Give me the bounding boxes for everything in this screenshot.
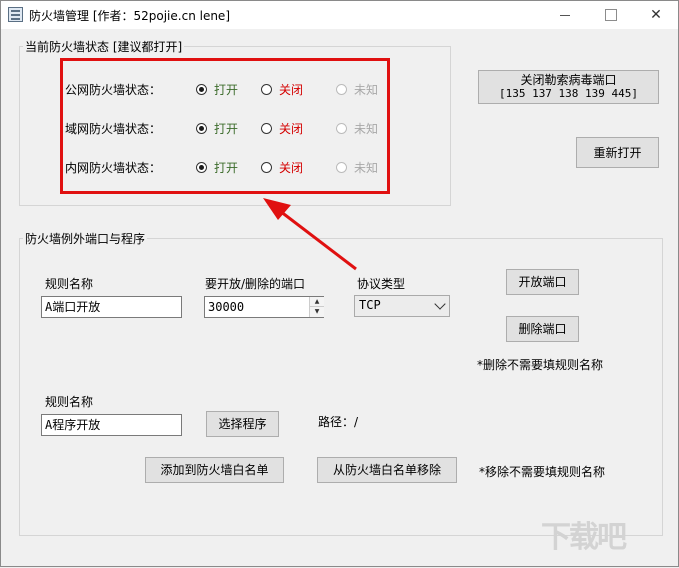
app-window: 防火墙管理 [作者：52pojie.cn lene] ✕ 当前防火墙状态 [建议… bbox=[0, 0, 679, 567]
watermark-logo: 下载吧 bbox=[541, 520, 627, 555]
annotation-arrow-icon bbox=[263, 198, 357, 271]
